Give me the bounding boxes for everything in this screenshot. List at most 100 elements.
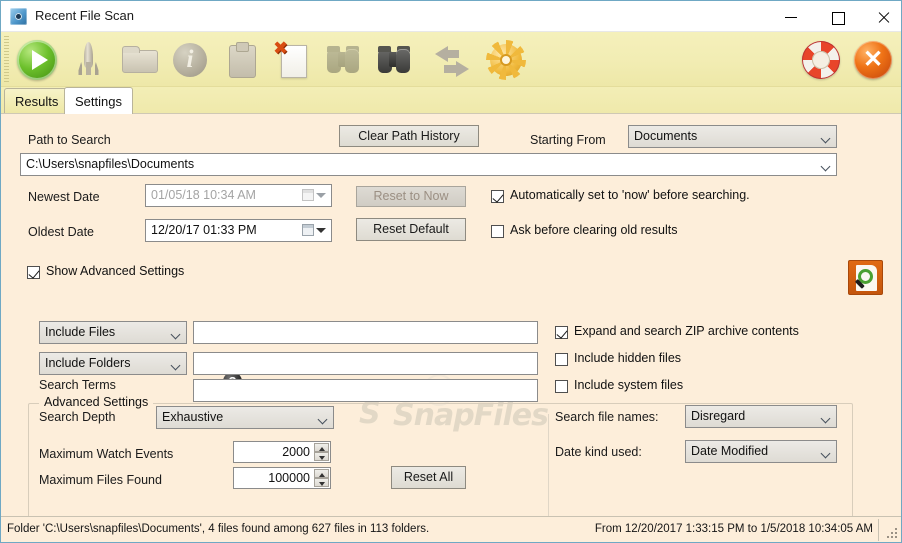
search-depth-value: Exhaustive xyxy=(162,410,224,424)
minimize-icon xyxy=(769,2,803,30)
date-kind-used-dropdown[interactable]: Date Modified xyxy=(685,440,837,463)
application-window: Recent File Scan Results Settings © S Sn… xyxy=(0,0,902,543)
toolbar-info-button[interactable] xyxy=(166,36,214,84)
toolbar-swap-button[interactable] xyxy=(428,36,476,84)
advanced-settings-title: Advanced Settings xyxy=(39,395,154,409)
binoculars-faded-icon xyxy=(319,36,367,84)
page-delete-icon xyxy=(268,36,316,84)
maximum-files-found-stepper[interactable]: 100000 xyxy=(233,467,331,489)
toolbar-exit-button[interactable] xyxy=(849,36,897,84)
status-bar: Folder 'C:\Users\snapfiles\Documents', 4… xyxy=(1,516,901,542)
toolbar-watch-button[interactable] xyxy=(370,36,418,84)
checkbox-box xyxy=(491,190,504,203)
maximum-watch-events-stepper[interactable]: 2000 xyxy=(233,441,331,463)
reset-all-button[interactable]: Reset All xyxy=(391,466,466,489)
path-value: C:\Users\snapfiles\Documents xyxy=(26,157,195,171)
search-terms-label: Search Terms xyxy=(39,378,116,392)
tab-settings[interactable]: Settings xyxy=(64,87,133,114)
starting-from-label: Starting From xyxy=(530,133,606,147)
toolbar-options-button[interactable] xyxy=(482,36,530,84)
include-hidden-files-label: Include hidden files xyxy=(574,351,682,365)
minimize-button[interactable] xyxy=(763,1,809,31)
toolbar-grip[interactable] xyxy=(4,36,9,82)
toolbar-open-folder-button[interactable] xyxy=(115,36,163,84)
browse-path-button[interactable] xyxy=(848,260,883,295)
search-depth-dropdown[interactable]: Exhaustive xyxy=(156,406,334,429)
search-file-names-label: Search file names: xyxy=(555,410,659,424)
toolbar-launch-button[interactable] xyxy=(64,36,112,84)
path-to-search-label: Path to Search xyxy=(28,133,111,147)
maximize-icon xyxy=(815,2,849,30)
toolbar-watch-faded-button[interactable] xyxy=(319,36,367,84)
maximize-button[interactable] xyxy=(809,1,855,31)
search-file-names-value: Disregard xyxy=(691,409,746,423)
toolbar-clear-list-button[interactable] xyxy=(268,36,316,84)
folder-icon xyxy=(115,36,163,84)
clear-path-history-button[interactable]: Clear Path History xyxy=(339,125,479,147)
include-folders-input[interactable] xyxy=(193,352,538,375)
include-folders-mode-value: Include Folders xyxy=(45,356,131,370)
title-bar: Recent File Scan xyxy=(1,1,901,32)
newest-date-label: Newest Date xyxy=(28,190,100,204)
toolbar-start-scan-button[interactable] xyxy=(13,36,61,84)
chevron-down-icon xyxy=(822,450,830,455)
life-ring-icon xyxy=(797,36,845,84)
ask-before-clearing-label: Ask before clearing old results xyxy=(510,223,678,237)
stepper-up-icon[interactable] xyxy=(314,469,329,478)
include-files-input[interactable] xyxy=(193,321,538,344)
expand-zip-label: Expand and search ZIP archive contents xyxy=(574,324,799,338)
toolbar-clipboard-button[interactable] xyxy=(217,36,265,84)
include-files-mode-value: Include Files xyxy=(45,325,116,339)
status-right-text: From 12/20/2017 1:33:15 PM to 1/5/2018 1… xyxy=(594,523,873,535)
newest-date-input[interactable]: 01/05/18 10:34 AM xyxy=(145,184,332,207)
maximum-files-found-value: 100000 xyxy=(268,471,310,485)
chevron-down-icon xyxy=(822,415,830,420)
camera-icon xyxy=(10,8,27,25)
search-file-names-dropdown[interactable]: Disregard xyxy=(685,405,837,428)
gear-icon xyxy=(482,36,530,84)
oldest-date-input[interactable]: 12/20/17 01:33 PM xyxy=(145,219,332,242)
status-separator xyxy=(878,519,879,541)
show-advanced-settings-label: Show Advanced Settings xyxy=(46,264,185,278)
chevron-down-icon xyxy=(822,135,830,140)
reset-default-button[interactable]: Reset Default xyxy=(356,218,466,241)
toolbar-help-button[interactable] xyxy=(797,36,845,84)
stepper-up-icon[interactable] xyxy=(314,443,329,452)
oldest-date-label: Oldest Date xyxy=(28,225,95,239)
arrows-swap-icon xyxy=(428,36,476,84)
status-left-text: Folder 'C:\Users\snapfiles\Documents', 4… xyxy=(7,523,430,535)
settings-pane: © S SnapFiles Path to Search Clear Path … xyxy=(1,113,901,542)
close-icon xyxy=(861,2,895,30)
path-to-search-input[interactable]: C:\Users\snapfiles\Documents xyxy=(20,153,837,176)
starting-from-value: Documents xyxy=(634,129,698,143)
resize-grip[interactable] xyxy=(886,527,898,539)
include-system-files-label: Include system files xyxy=(574,378,684,392)
include-folders-mode-dropdown[interactable]: Include Folders xyxy=(39,352,187,375)
chevron-down-icon xyxy=(172,362,180,367)
close-button[interactable] xyxy=(855,1,901,31)
info-icon xyxy=(166,36,214,84)
search-terms-input[interactable] xyxy=(193,379,538,402)
date-kind-used-label: Date kind used: xyxy=(555,445,642,459)
rocket-icon xyxy=(64,36,112,84)
clipboard-icon xyxy=(217,36,265,84)
checkbox-box xyxy=(27,266,40,279)
include-files-mode-dropdown[interactable]: Include Files xyxy=(39,321,187,344)
toolbar xyxy=(1,32,901,87)
chevron-down-icon xyxy=(319,416,327,421)
checkbox-box xyxy=(555,353,568,366)
search-depth-label: Search Depth xyxy=(39,410,116,424)
date-kind-used-value: Date Modified xyxy=(691,444,769,458)
stepper-down-icon[interactable] xyxy=(314,452,329,461)
maximum-files-found-label: Maximum Files Found xyxy=(39,473,162,487)
starting-from-dropdown[interactable]: Documents xyxy=(628,125,837,148)
tab-results[interactable]: Results xyxy=(4,88,70,113)
calendar-icon xyxy=(302,224,314,236)
checkbox-box xyxy=(555,380,568,393)
stepper-down-icon[interactable] xyxy=(314,478,329,487)
auto-set-now-label: Automatically set to 'now' before search… xyxy=(510,188,750,202)
checkbox-box xyxy=(555,326,568,339)
chevron-down-icon xyxy=(172,331,180,336)
reset-to-now-button[interactable]: Reset to Now xyxy=(356,186,466,207)
checkbox-box xyxy=(491,225,504,238)
